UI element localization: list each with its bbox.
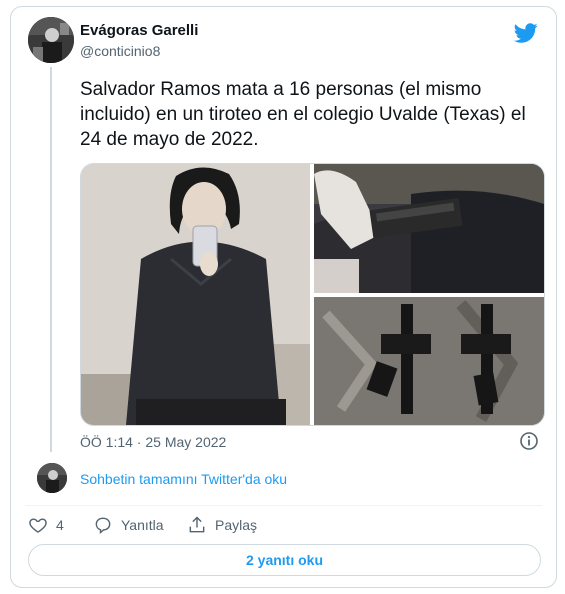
read-replies-button[interactable]: 2 yanıtı oku <box>28 544 541 576</box>
conversation-avatar[interactable] <box>37 463 67 493</box>
media-photo-magazine[interactable] <box>314 164 544 293</box>
twitter-bird-icon[interactable] <box>513 21 538 45</box>
media-photo-rifles[interactable] <box>314 297 544 425</box>
reply-label: Yanıtla <box>121 517 164 533</box>
tweet-embed-card: Evágoras Garelli @conticinio8 Salvador R… <box>10 6 557 588</box>
share-label: Paylaş <box>215 517 258 533</box>
reply-action-button[interactable]: Yanıtla <box>93 515 164 535</box>
heart-icon <box>29 518 47 533</box>
author-handle[interactable]: @conticinio8 <box>80 43 160 59</box>
tweet-timestamp[interactable]: ÖÖ 1:14 · 25 May 2022 <box>80 434 226 450</box>
like-count: 4 <box>56 517 64 533</box>
info-icon[interactable] <box>519 431 539 451</box>
author-avatar[interactable] <box>28 17 74 63</box>
reply-icon <box>95 517 111 535</box>
like-button[interactable]: 4 <box>28 515 64 535</box>
thread-line <box>50 67 52 452</box>
divider <box>25 505 542 506</box>
tweet-text: Salvador Ramos mata a 16 personas (el mi… <box>80 79 526 150</box>
read-conversation-link[interactable]: Sohbetin tamamını Twitter'da oku <box>80 471 287 487</box>
tweet-media-grid <box>80 163 545 426</box>
author-display-name[interactable]: Evágoras Garelli <box>80 22 198 39</box>
share-icon <box>189 516 205 533</box>
share-button[interactable]: Paylaş <box>187 515 257 535</box>
media-photo-selfie[interactable] <box>81 164 310 425</box>
